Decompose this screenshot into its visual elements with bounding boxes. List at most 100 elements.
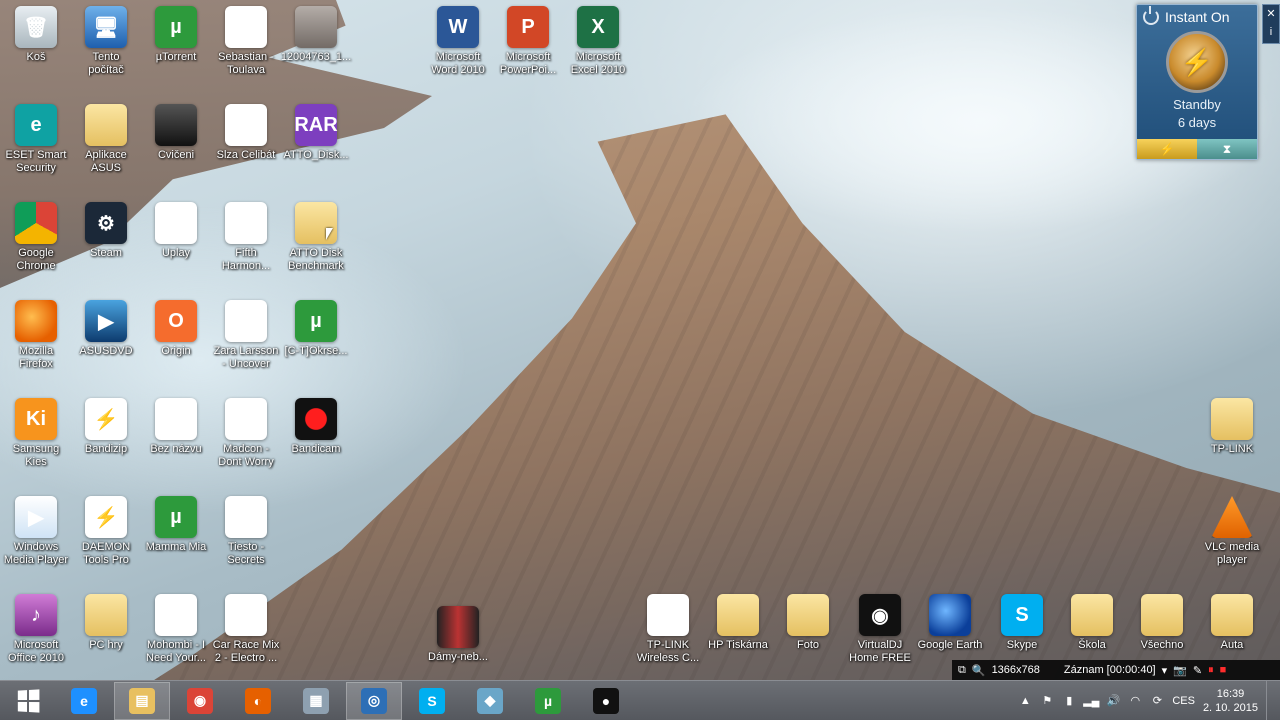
desktop-icon-label: Zara Larsson - Uncover bbox=[213, 345, 279, 370]
desktop-icon[interactable]: ≋ TP-LINK Wireless C... bbox=[632, 594, 704, 665]
instant-on-side-controls[interactable]: ✕ i bbox=[1262, 4, 1280, 44]
lightning-segment-icon[interactable]: ⚡ bbox=[1137, 139, 1197, 159]
hourglass-segment-icon[interactable]: ⧗ bbox=[1197, 139, 1257, 159]
volume-icon[interactable]: 🔊 bbox=[1106, 694, 1120, 708]
clock[interactable]: 16:39 2. 10. 2015 bbox=[1203, 687, 1258, 715]
camera-icon[interactable]: 📷 bbox=[1173, 664, 1187, 677]
desktop-icon[interactable]: 12004763_1... bbox=[280, 6, 352, 64]
desktop-icon-label: µTorrent bbox=[155, 51, 197, 63]
desktop-icon[interactable]: ATTO Disk Benchmark bbox=[280, 202, 352, 273]
start-button[interactable] bbox=[0, 681, 56, 720]
desktop-icon[interactable]: Cvičeni bbox=[140, 104, 212, 162]
taskbar-ie-button[interactable]: e bbox=[56, 682, 112, 720]
pause-icon[interactable]: ⏸ bbox=[1208, 664, 1214, 677]
taskbar-firefox-button[interactable]: ◐ bbox=[230, 682, 286, 720]
folder-icon bbox=[85, 594, 127, 636]
desktop-icon[interactable]: Foto bbox=[772, 594, 844, 652]
language-indicator[interactable]: CES bbox=[1172, 695, 1195, 707]
close-icon[interactable]: ✕ bbox=[1263, 5, 1279, 23]
taskbar-skype-button[interactable]: S bbox=[404, 682, 460, 720]
lightning-badge-icon[interactable]: ⚡ bbox=[1166, 31, 1228, 93]
desktop-icon[interactable]: ♪ Microsoft Office 2010 bbox=[0, 594, 72, 665]
taskbar-app-blue-button[interactable]: ◎ bbox=[346, 681, 402, 720]
instant-on-bar: ⚡ ⧗ bbox=[1137, 139, 1257, 159]
desktop-icon[interactable]: S Skype bbox=[986, 594, 1058, 652]
instant-on-widget[interactable]: Instant On ⚡ Standby 6 days ⚡ ⧗ bbox=[1136, 4, 1258, 160]
stop-icon[interactable]: ■ bbox=[1220, 664, 1227, 676]
desktop-icon[interactable]: O Origin bbox=[140, 300, 212, 358]
desktop-icon-label: Microsoft Word 2010 bbox=[431, 51, 485, 76]
desktop-icon[interactable]: MP3 Zara Larsson - Uncover bbox=[210, 300, 282, 371]
dropdown-arrow-icon[interactable]: ▾ bbox=[1162, 664, 1168, 677]
office-icon: ♪ bbox=[15, 594, 57, 636]
desktop-icon[interactable]: Škola bbox=[1056, 594, 1128, 652]
instant-on-duration: 6 days bbox=[1177, 115, 1217, 130]
desktop-icon-label: Sebastian - Toulava bbox=[218, 51, 274, 76]
desktop-icon[interactable]: U Uplay bbox=[140, 202, 212, 260]
desktop-icon[interactable]: ◉ VirtualDJ Home FREE bbox=[844, 594, 916, 665]
taskbar-bandicam-button[interactable]: ● bbox=[578, 682, 634, 720]
desktop-icon[interactable]: HP Tiskárna bbox=[702, 594, 774, 652]
desktop-icon[interactable]: Bandicam bbox=[280, 398, 352, 456]
wifi-icon[interactable]: ◠ bbox=[1128, 694, 1142, 708]
desktop-icon[interactable]: µ Mamma Mia bbox=[140, 496, 212, 554]
desktop-icon[interactable]: RAR ATTO_Disk... bbox=[280, 104, 352, 162]
signal-icon[interactable]: ▂▄ bbox=[1083, 694, 1099, 708]
mp3-file-icon: MP3 bbox=[225, 594, 267, 636]
desktop-icon[interactable]: ▶ ASUSDVD bbox=[70, 300, 142, 358]
desktop-icon[interactable]: MP3 Fifth Harmon... bbox=[210, 202, 282, 273]
desktop-icon[interactable]: MP3 Slza Celibát bbox=[210, 104, 282, 162]
desktop-icon[interactable]: MP3 Car Race Mix 2 - Electro ... bbox=[210, 594, 282, 665]
desktop-icon[interactable]: ⚡ Bandizip bbox=[70, 398, 142, 456]
desktop-icon-label: [C-T]Okrse... bbox=[284, 345, 348, 357]
desktop-icon[interactable]: X Microsoft Excel 2010 bbox=[562, 6, 634, 77]
desktop-icon[interactable]: e ESET Smart Security bbox=[0, 104, 72, 175]
desktop-icon[interactable]: Auta bbox=[1196, 594, 1268, 652]
desktop-icon[interactable]: 🖥 Tento počítač bbox=[70, 6, 142, 77]
taskbar-calculator-button[interactable]: ▦ bbox=[288, 682, 344, 720]
taskbar-chrome-button[interactable]: ◉ bbox=[172, 682, 228, 720]
update-icon[interactable]: ⟳ bbox=[1150, 694, 1164, 708]
desktop-icon[interactable]: Aplikace ASUS bbox=[70, 104, 142, 175]
desktop-icon[interactable]: TP-LINK bbox=[1196, 398, 1268, 456]
desktop-icon-label: Microsoft PowerPoi... bbox=[499, 51, 557, 76]
desktop-icon[interactable]: Mozilla Firefox bbox=[0, 300, 72, 371]
flag-icon[interactable]: ⚑ bbox=[1040, 694, 1054, 708]
taskbar-utorrent-button[interactable]: µ bbox=[520, 682, 576, 720]
zoom-icon[interactable]: 🔍 bbox=[972, 664, 986, 677]
taskbar-explorer-button[interactable]: ▤ bbox=[114, 681, 170, 720]
desktop-icon[interactable]: Ki Samsung Kies bbox=[0, 398, 72, 469]
desktop-icon[interactable]: Google Earth bbox=[914, 594, 986, 652]
show-hidden-icons-icon[interactable]: ▲ bbox=[1018, 694, 1032, 708]
info-icon[interactable]: i bbox=[1263, 23, 1279, 41]
desktop-icon[interactable]: Dámy-neb... bbox=[422, 606, 494, 664]
desktop-icon[interactable]: W Microsoft Word 2010 bbox=[422, 6, 494, 77]
battery-icon[interactable]: ▮ bbox=[1062, 694, 1076, 708]
desktop-icon[interactable]: ⚙ Steam bbox=[70, 202, 142, 260]
desktop-icon[interactable]: 🗑 Koš bbox=[0, 6, 72, 64]
desktop-icon[interactable]: ⚡ DAEMON Tools Pro bbox=[70, 496, 142, 567]
desktop-icon[interactable]: MP3 Mohombi - I Need Your... bbox=[140, 594, 212, 665]
desktop-icon[interactable]: µ µTorrent bbox=[140, 6, 212, 64]
desktop-icon[interactable]: Všechno bbox=[1126, 594, 1198, 652]
desktop-icon[interactable]: PC hry bbox=[70, 594, 142, 652]
desktop-icon[interactable]: MP3 Madcon - Dont Worry bbox=[210, 398, 282, 469]
desktop-icon-label: Foto bbox=[796, 639, 819, 651]
desktop-icon[interactable]: VLC media player bbox=[1196, 496, 1268, 567]
taskbar-virtualbox-button[interactable]: ◆ bbox=[462, 682, 518, 720]
pencil-icon[interactable]: ✎ bbox=[1193, 664, 1202, 677]
window-mode-icon[interactable]: ⧉ bbox=[958, 664, 966, 677]
desktop-icon-label: TP-LINK Wireless C... bbox=[636, 639, 700, 664]
desktop-icon[interactable]: MP3 Sebastian - Toulava bbox=[210, 6, 282, 77]
desktop-icon[interactable]: Google Chrome bbox=[0, 202, 72, 273]
mp3-file-icon: MP3 bbox=[225, 6, 267, 48]
bandicam-recorder-bar: ⧉ 🔍 1366x768 Záznam [00:00:40] ▾ 📷 ✎ ⏸ ■ bbox=[952, 660, 1280, 680]
desktop-icon[interactable]: µ [C-T]Okrse... bbox=[280, 300, 352, 358]
power-icon bbox=[1143, 6, 1159, 25]
windows-media-player-icon: ▶ bbox=[15, 496, 57, 538]
desktop-icon[interactable]: P Microsoft PowerPoi... bbox=[492, 6, 564, 77]
desktop-icon[interactable]: MP3 Tiesto - Secrets bbox=[210, 496, 282, 567]
desktop-icon[interactable]: Bez názvu bbox=[140, 398, 212, 456]
desktop-icon[interactable]: ▶ Windows Media Player bbox=[0, 496, 72, 567]
show-desktop-button[interactable] bbox=[1266, 680, 1272, 720]
